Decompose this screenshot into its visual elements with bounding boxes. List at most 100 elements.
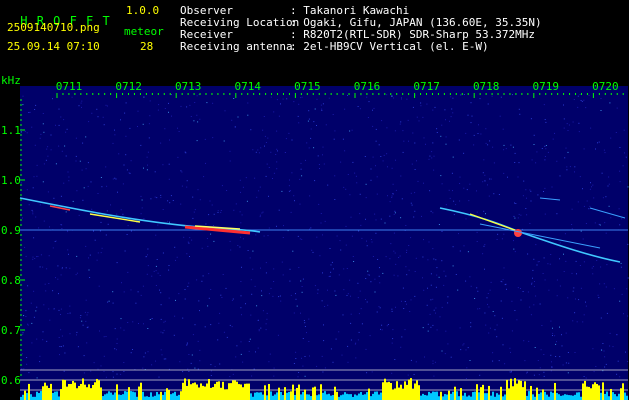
y-axis-title: kHz xyxy=(1,74,21,87)
activity-bar xyxy=(142,391,144,400)
activity-bar xyxy=(280,391,282,400)
activity-bar xyxy=(118,394,120,400)
activity-bar xyxy=(584,380,586,400)
activity-bar xyxy=(240,384,242,400)
activity-bar xyxy=(288,391,290,400)
activity-bar xyxy=(100,387,102,400)
activity-bar xyxy=(266,395,268,400)
activity-bar xyxy=(408,379,410,400)
activity-bar xyxy=(320,384,322,400)
activity-bar xyxy=(328,393,330,400)
activity-bar xyxy=(224,389,226,400)
activity-bar xyxy=(362,394,364,400)
activity-bar xyxy=(482,384,484,400)
activity-bar xyxy=(496,393,498,400)
activity-bar xyxy=(226,389,228,400)
activity-bar xyxy=(150,392,152,400)
activity-bar xyxy=(276,392,278,400)
activity-bar xyxy=(388,381,390,400)
activity-bar xyxy=(132,391,134,400)
activity-bar xyxy=(256,392,258,400)
activity-bar xyxy=(28,383,30,400)
activity-bar xyxy=(610,388,612,400)
activity-bar xyxy=(262,394,264,400)
activity-bar xyxy=(220,387,222,400)
activity-bar xyxy=(540,392,542,400)
activity-bar xyxy=(400,384,402,400)
activity-bar xyxy=(130,391,132,400)
activity-bar xyxy=(30,394,32,400)
activity-bar xyxy=(472,392,474,400)
activity-bar xyxy=(370,396,372,400)
activity-bar xyxy=(348,394,350,400)
activity-bar xyxy=(506,379,508,400)
activity-bar xyxy=(84,384,86,400)
activity-bar xyxy=(210,387,212,400)
activity-bar xyxy=(590,388,592,400)
activity-bar xyxy=(402,388,404,400)
activity-bar xyxy=(366,392,368,400)
y-tick-label: 0.8 xyxy=(1,274,21,287)
activity-bar xyxy=(464,392,466,400)
activity-bar xyxy=(484,393,486,400)
activity-bar xyxy=(70,383,72,400)
activity-bar xyxy=(564,394,566,400)
activity-bar xyxy=(278,387,280,400)
activity-bar xyxy=(120,394,122,400)
activity-bar xyxy=(570,395,572,400)
activity-bar xyxy=(324,391,326,400)
activity-bar xyxy=(204,386,206,400)
activity-bar xyxy=(492,391,494,400)
activity-bar xyxy=(578,392,580,400)
activity-bar xyxy=(442,396,444,400)
activity-bar xyxy=(358,393,360,400)
activity-bar xyxy=(190,384,192,400)
activity-bar xyxy=(520,380,522,400)
activity-bar xyxy=(248,383,250,400)
activity-bar xyxy=(560,395,562,400)
activity-bar xyxy=(122,394,124,400)
activity-bar xyxy=(188,379,190,400)
activity-bar xyxy=(272,395,274,400)
activity-bar xyxy=(96,378,98,400)
activity-bar xyxy=(416,380,418,400)
activity-bar xyxy=(426,395,428,400)
activity-bar xyxy=(604,393,606,400)
activity-bar xyxy=(126,391,128,400)
activity-bar xyxy=(448,390,450,400)
activity-bar xyxy=(214,383,216,400)
activity-bar xyxy=(488,385,490,400)
activity-bar xyxy=(542,389,544,400)
activity-bar xyxy=(422,393,424,400)
activity-bar xyxy=(340,395,342,400)
activity-bar xyxy=(268,383,270,400)
activity-bar xyxy=(194,382,196,400)
activity-bar xyxy=(164,391,166,400)
activity-bar xyxy=(480,387,482,400)
activity-bar xyxy=(306,394,308,400)
activity-bar xyxy=(316,395,318,400)
activity-bar xyxy=(298,384,300,400)
activity-bar xyxy=(234,380,236,400)
activity-bar xyxy=(86,387,88,400)
activity-bar xyxy=(384,378,386,400)
activity-bar xyxy=(424,394,426,400)
activity-bar xyxy=(222,381,224,400)
activity-bar xyxy=(322,392,324,400)
activity-bar xyxy=(94,382,96,400)
activity-bar xyxy=(380,392,382,400)
activity-bar xyxy=(504,394,506,400)
activity-bar xyxy=(608,396,610,400)
activity-bar xyxy=(172,393,174,400)
activity-bar xyxy=(180,391,182,400)
activity-bar xyxy=(246,383,248,400)
activity-bar xyxy=(146,396,148,400)
activity-bar xyxy=(308,394,310,400)
activity-bar xyxy=(260,392,262,400)
activity-bar xyxy=(554,382,556,400)
activity-bar xyxy=(22,394,24,400)
activity-bar xyxy=(376,391,378,400)
activity-bar xyxy=(412,388,414,400)
activity-bar xyxy=(56,391,58,400)
activity-bar xyxy=(232,380,234,400)
